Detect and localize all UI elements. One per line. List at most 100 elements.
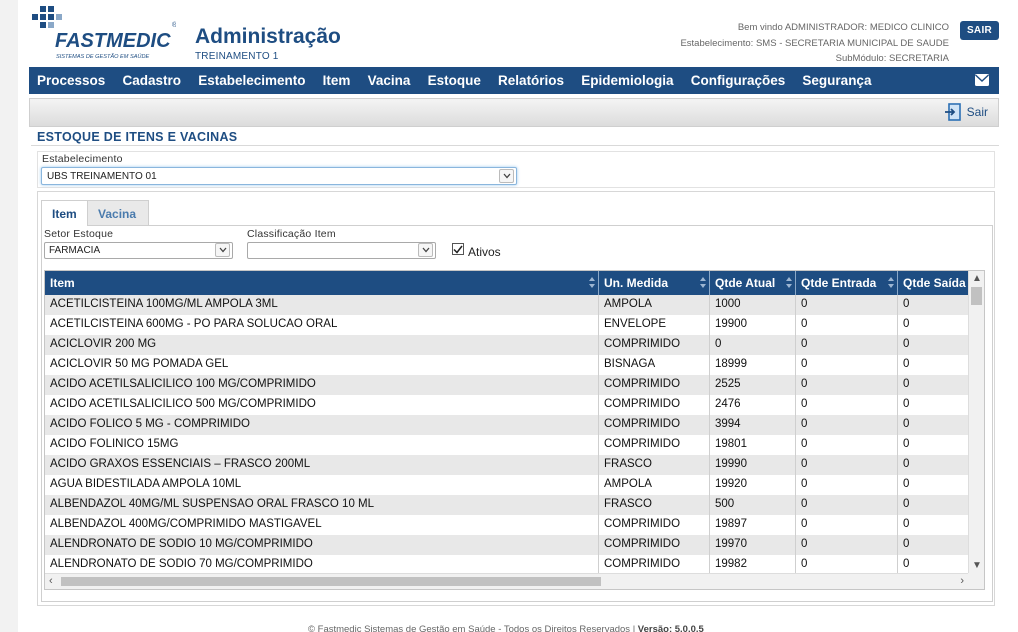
- tab-vacina[interactable]: Vacina: [87, 200, 149, 226]
- menu-estoque[interactable]: Estoque: [419, 73, 489, 88]
- column-header-current-qty[interactable]: Qtde Atual: [710, 271, 796, 295]
- cell-in-qty: 0: [796, 555, 898, 575]
- table-row[interactable]: ACIDO ACETILSALICILICO 500 MG/COMPRIMIDO…: [45, 395, 969, 415]
- table-row[interactable]: ALBENDAZOL 400MG/COMPRIMIDO MASTIGAVEL CO…: [45, 515, 969, 535]
- svg-text:FASTMEDIC: FASTMEDIC: [55, 30, 171, 52]
- grid-body: ACETILCISTEINA 100MG/ML AMPOLA 3ML AMPOLA…: [45, 295, 969, 575]
- tab-item[interactable]: Item: [41, 200, 88, 226]
- sort-icon: [589, 277, 595, 288]
- cell-item: ALBENDAZOL 400MG/COMPRIMIDO MASTIGAVEL: [45, 515, 599, 535]
- submodule-text: SubMódulo: SECRETARIA: [835, 53, 949, 64]
- cell-in-qty: 0: [796, 495, 898, 515]
- sector-value: FARMACIA: [49, 245, 101, 256]
- table-row[interactable]: ACIDO ACETILSALICILICO 100 MG/COMPRIMIDO…: [45, 375, 969, 395]
- fastmedic-logo: FASTMEDIC ® SISTEMAS DE GESTÃO EM SAÚDE: [32, 6, 176, 60]
- menu-relatorios[interactable]: Relatórios: [489, 73, 572, 88]
- classification-select[interactable]: [247, 242, 436, 259]
- table-row[interactable]: ACETILCISTEINA 600MG - PO PARA SOLUCAO O…: [45, 315, 969, 335]
- menu-processos[interactable]: Processos: [29, 73, 114, 88]
- column-header-unit[interactable]: Un. Medida: [599, 271, 710, 295]
- menu-seguranca[interactable]: Segurança: [794, 73, 880, 88]
- main-menu: Processos Cadastro Estabelecimento Item …: [29, 67, 999, 94]
- establishment-select[interactable]: UBS TREINAMENTO 01: [41, 167, 517, 185]
- cell-item: ACICLOVIR 50 MG POMADA GEL: [45, 355, 599, 375]
- stock-grid: Item Un. Medida Qtde Atual Qtde Entrada …: [44, 270, 985, 590]
- cell-out-qty: 0: [903, 358, 910, 370]
- cell-unit: AMPOLA: [599, 475, 710, 495]
- scroll-down-icon[interactable]: ▼: [972, 561, 982, 571]
- cell-current-qty: 3994: [710, 415, 796, 435]
- cell-current-qty: 500: [710, 495, 796, 515]
- table-row[interactable]: ACETILCISTEINA 100MG/ML AMPOLA 3ML AMPOLA…: [45, 295, 969, 315]
- table-row[interactable]: ALENDRONATO DE SODIO 70 MG/COMPRIMIDO COM…: [45, 555, 969, 575]
- chevron-down-icon[interactable]: [418, 243, 433, 257]
- chevron-down-icon[interactable]: [499, 169, 514, 183]
- table-row[interactable]: ALBENDAZOL 40MG/ML SUSPENSAO ORAL FRASCO…: [45, 495, 969, 515]
- exit-button[interactable]: Sair: [944, 103, 988, 121]
- establishment-value: UBS TREINAMENTO 01: [47, 171, 157, 182]
- exit-door-icon: [944, 103, 961, 121]
- cell-current-qty: 0: [710, 335, 796, 355]
- cell-in-qty: 0: [796, 335, 898, 355]
- app-title: Administração: [195, 25, 341, 48]
- column-header-in-qty[interactable]: Qtde Entrada: [796, 271, 898, 295]
- cell-unit: COMPRIMIDO: [599, 415, 710, 435]
- table-row[interactable]: AGUA BIDESTILADA AMPOLA 10ML AMPOLA 19920 0…: [45, 475, 969, 495]
- vertical-scrollbar[interactable]: ▲ ▼: [968, 271, 984, 574]
- column-header-out-qty[interactable]: Qtde Saída: [898, 271, 969, 295]
- cell-in-qty: 0: [796, 395, 898, 415]
- version-text: Versão: 5.0.0.5: [637, 624, 704, 632]
- table-row[interactable]: ACICLOVIR 200 MG COMPRIMIDO 0 0 0: [45, 335, 969, 355]
- table-row[interactable]: ALENDRONATO DE SODIO 10 MG/COMPRIMIDO COM…: [45, 535, 969, 555]
- envelope-icon[interactable]: [975, 74, 989, 86]
- cell-in-qty: 0: [796, 435, 898, 455]
- cell-out-qty: 0: [903, 478, 910, 490]
- cell-item: ACIDO ACETILSALICILICO 500 MG/COMPRIMIDO: [45, 395, 599, 415]
- menu-epidemiologia[interactable]: Epidemiologia: [573, 73, 682, 88]
- vertical-scroll-thumb[interactable]: [971, 287, 982, 305]
- cell-current-qty: 19801: [710, 435, 796, 455]
- table-row[interactable]: ACIDO FOLINICO 15MG COMPRIMIDO 19801 0 0: [45, 435, 969, 455]
- menu-item[interactable]: Item: [314, 73, 359, 88]
- cell-out-qty: 0: [903, 418, 910, 430]
- table-row[interactable]: ACIDO GRAXOS ESSENCIAIS – FRASCO 200ML FR…: [45, 455, 969, 475]
- user-info: Bem vindo ADMINISTRADOR: MEDICO CLINICO …: [680, 20, 949, 67]
- cell-item: ACIDO GRAXOS ESSENCIAIS – FRASCO 200ML: [45, 455, 599, 475]
- app-subtitle: TREINAMENTO 1: [195, 51, 279, 62]
- sector-select[interactable]: FARMACIA: [44, 242, 233, 259]
- cell-in-qty: 0: [796, 455, 898, 475]
- scroll-right-icon[interactable]: ›: [960, 576, 964, 587]
- cell-item: ACIDO ACETILSALICILICO 100 MG/COMPRIMIDO: [45, 375, 599, 395]
- table-row[interactable]: ACIDO FOLICO 5 MG - COMPRIMIDO COMPRIMIDO…: [45, 415, 969, 435]
- cell-unit: FRASCO: [599, 495, 710, 515]
- cell-in-qty: 0: [796, 415, 898, 435]
- cell-out-qty: 0: [903, 338, 910, 350]
- menu-cadastro[interactable]: Cadastro: [114, 73, 190, 88]
- cell-current-qty: 19982: [710, 555, 796, 575]
- cell-item: ACIDO FOLINICO 15MG: [45, 435, 599, 455]
- scroll-up-icon[interactable]: ▲: [972, 274, 982, 284]
- horizontal-scrollbar[interactable]: ‹ ›: [45, 573, 969, 589]
- cell-out-qty: 0: [903, 438, 910, 450]
- menu-configuracoes[interactable]: Configurações: [682, 73, 794, 88]
- table-row[interactable]: ACICLOVIR 50 MG POMADA GEL BISNAGA 18999 0 0: [45, 355, 969, 375]
- chevron-down-icon[interactable]: [215, 243, 230, 257]
- logout-button[interactable]: SAIR: [960, 21, 999, 40]
- cell-in-qty: 0: [796, 295, 898, 315]
- scroll-left-icon[interactable]: ‹: [49, 576, 53, 587]
- cell-in-qty: 0: [796, 375, 898, 395]
- cell-unit: BISNAGA: [599, 355, 710, 375]
- cell-item: ACICLOVIR 200 MG: [45, 335, 599, 355]
- cell-unit: COMPRIMIDO: [599, 435, 710, 455]
- establishment-label: Estabelecimento: [42, 153, 123, 165]
- page: FASTMEDIC ® SISTEMAS DE GESTÃO EM SAÚDE …: [18, 0, 1018, 632]
- menu-vacina[interactable]: Vacina: [359, 73, 419, 88]
- column-header-item[interactable]: Item: [45, 271, 599, 295]
- tab-content: Setor Estoque FARMACIA Classificação Ite…: [41, 225, 993, 602]
- cell-current-qty: 19920: [710, 475, 796, 495]
- horizontal-scroll-thumb[interactable]: [61, 577, 601, 586]
- section-divider: [31, 145, 999, 146]
- menu-estabelecimento[interactable]: Estabelecimento: [190, 73, 314, 88]
- active-checkbox[interactable]: [452, 243, 464, 255]
- exit-label: Sair: [966, 105, 988, 119]
